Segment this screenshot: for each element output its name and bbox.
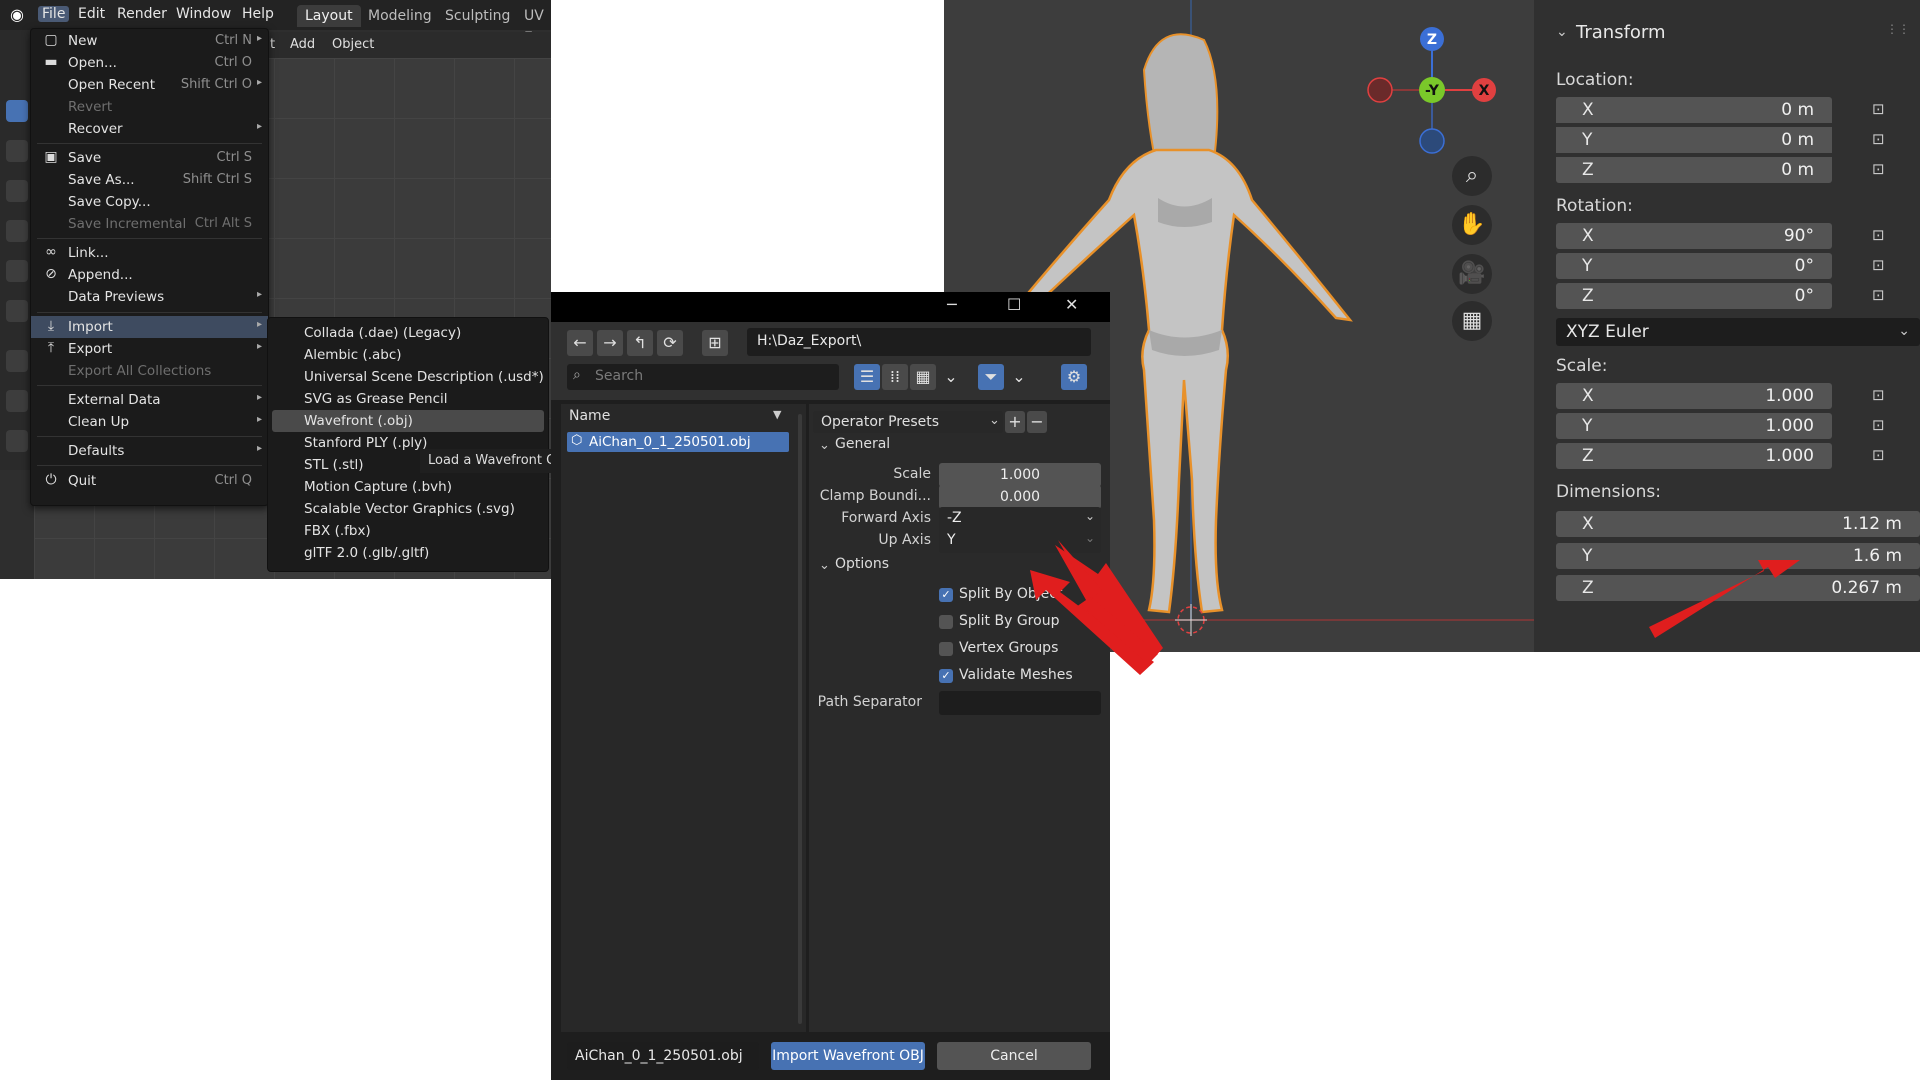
red-arrow-annotation (1030, 540, 1800, 675)
annotation-overlay (1030, 540, 1800, 675)
